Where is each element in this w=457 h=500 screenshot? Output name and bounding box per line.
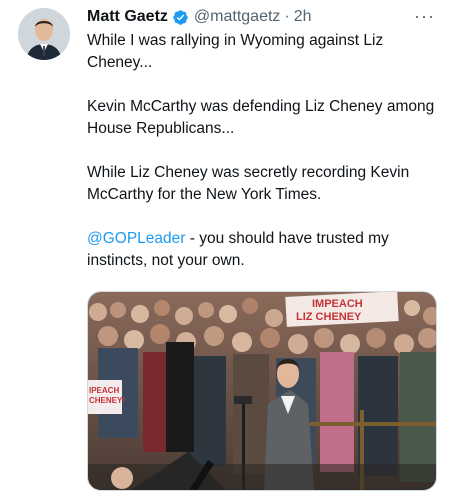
tweet-photo[interactable]: IMPEACH LIZ CHENEY IPEACH CHENEY! [87,291,437,491]
timestamp[interactable]: 2h [294,8,312,26]
sign-top-line-1: IMPEACH [312,298,363,310]
avatar[interactable] [18,8,70,60]
sign-top-line-2: LIZ CHENEY [296,311,362,323]
more-options-icon[interactable]: ··· [414,7,435,25]
tweet-paragraph-4: @GOPLeader - you should have trusted my … [87,228,437,272]
author-handle[interactable]: @mattgaetz [194,8,281,26]
sign-left-line-2: CHENEY! [89,396,125,405]
separator-dot: · [284,8,290,25]
sign-left-line-1: IPEACH [89,386,119,395]
tweet-header: Matt Gaetz @mattgaetz · 2h [87,6,312,28]
author-name[interactable]: Matt Gaetz [87,8,168,26]
tweet-paragraph-2: Kevin McCarthy was defending Liz Cheney … [87,98,435,137]
mention-link[interactable]: @GOPLeader [87,230,185,247]
rally-photo: IMPEACH LIZ CHENEY IPEACH CHENEY! [88,292,436,490]
tweet-paragraph-1: While I was rallying in Wyoming against … [87,32,384,71]
tweet-card: Matt Gaetz @mattgaetz · 2h ··· While I w… [0,0,457,500]
verified-badge-icon [173,9,188,25]
tweet-paragraph-3: While Liz Cheney was secretly recording … [87,164,410,203]
tweet-text: While I was rallying in Wyoming against … [87,30,437,294]
